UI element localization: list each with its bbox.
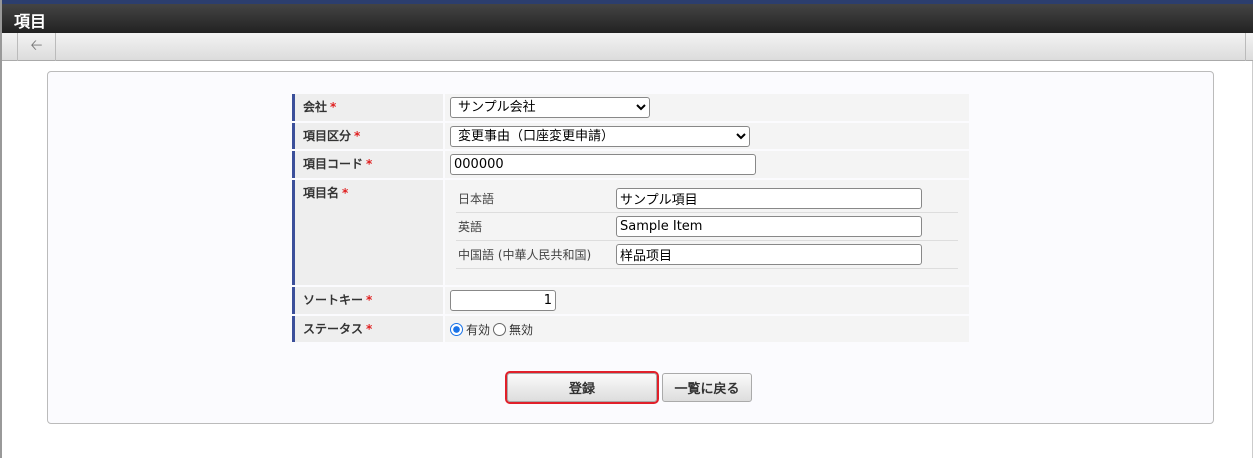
row-category: 項目区分 * 変更事由（口座変更申請） bbox=[292, 123, 969, 149]
register-button[interactable]: 登録 bbox=[505, 371, 659, 404]
back-button[interactable]: 🡠 bbox=[17, 33, 56, 61]
category-select[interactable]: 変更事由（口座変更申請） bbox=[450, 126, 750, 147]
sort-key-label: ソートキー bbox=[303, 293, 364, 307]
status-active-label[interactable]: 有効 bbox=[466, 321, 490, 338]
required-mark: * bbox=[366, 322, 373, 336]
company-select[interactable]: サンプル会社 bbox=[450, 97, 650, 118]
row-sort-key: ソートキー * bbox=[292, 287, 969, 314]
status-label: ステータス bbox=[303, 322, 364, 336]
status-inactive-label[interactable]: 無効 bbox=[509, 321, 533, 338]
name-zh-input[interactable] bbox=[616, 244, 922, 265]
required-mark: * bbox=[330, 100, 337, 114]
name-ja-input[interactable] bbox=[616, 188, 922, 209]
locale-row-en: 英語 bbox=[456, 213, 958, 241]
row-name: 項目名* 日本語 英語 中国語 (中華人民共和国) bbox=[292, 180, 969, 285]
locale-label: 英語 bbox=[458, 220, 483, 234]
page-header: 項目 bbox=[2, 4, 1253, 33]
sort-key-input[interactable] bbox=[450, 290, 556, 311]
required-mark: * bbox=[342, 186, 349, 200]
locale-row-ja: 日本語 bbox=[456, 185, 958, 213]
required-mark: * bbox=[366, 157, 373, 171]
required-mark: * bbox=[366, 293, 373, 307]
required-mark: * bbox=[354, 129, 361, 143]
locale-label: 中国語 (中華人民共和国) bbox=[458, 248, 592, 262]
status-active-radio[interactable] bbox=[450, 323, 463, 336]
row-company: 会社 * サンプル会社 bbox=[292, 94, 969, 121]
locale-row-zh: 中国語 (中華人民共和国) bbox=[456, 241, 958, 269]
code-input[interactable] bbox=[450, 154, 756, 175]
row-code: 項目コード * bbox=[292, 151, 969, 178]
row-status: ステータス * 有効 無効 bbox=[292, 316, 969, 342]
name-label: 項目名 bbox=[303, 186, 340, 200]
category-label: 項目区分 bbox=[303, 129, 352, 143]
company-label: 会社 bbox=[303, 100, 328, 114]
status-inactive-radio[interactable] bbox=[493, 323, 507, 336]
arrow-left-icon: 🡠 bbox=[30, 35, 43, 54]
code-label: 項目コード bbox=[303, 157, 364, 171]
locale-label: 日本語 bbox=[458, 192, 495, 206]
name-en-input[interactable] bbox=[616, 216, 922, 237]
page-title: 項目 bbox=[14, 12, 47, 31]
toolbar: 🡠 bbox=[2, 33, 1253, 61]
back-to-list-button[interactable]: 一覧に戻る bbox=[662, 373, 752, 402]
toolbar-divider bbox=[1245, 33, 1246, 61]
